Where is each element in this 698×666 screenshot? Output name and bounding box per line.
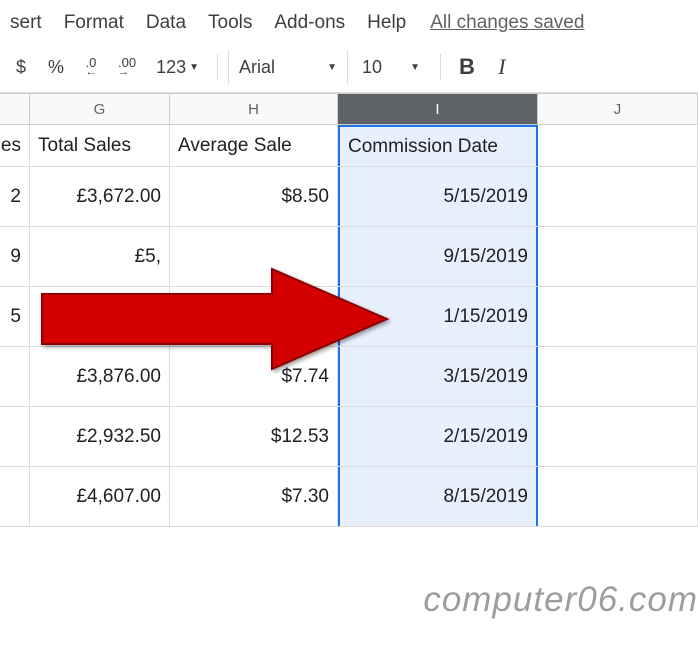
cell[interactable]: £4,607.00 [30,467,170,526]
font-family-select[interactable]: Arial ▼ [228,50,348,84]
column-headers: G H I J [0,93,698,125]
font-size-label: 10 [362,57,382,78]
cell[interactable]: $8.50 [170,167,338,226]
col-header-i-selected[interactable]: I [338,94,538,124]
watermark-text: computer06.com [423,580,698,620]
cell[interactable]: £5, [30,227,170,286]
table-row: £4,607.00 $7.30 8/15/2019 [0,467,698,527]
cell[interactable]: es [0,125,30,166]
currency-button[interactable]: $ [6,50,36,84]
increase-decimal-button[interactable]: .00→ [110,50,144,84]
cell[interactable]: 9 [0,227,30,286]
table-header-row: es Total Sales Average Sale Commission D… [0,125,698,167]
cell[interactable] [0,347,30,406]
table-row: 5 £8,474.50 $10.66 1/15/2019 [0,287,698,347]
cell[interactable]: £2,932.50 [30,407,170,466]
table-row: £3,876.00 $7.74 3/15/2019 [0,347,698,407]
cell[interactable]: £3,672.00 [30,167,170,226]
col-header-h[interactable]: H [170,94,338,124]
cell[interactable]: Average Sale [170,125,338,166]
decrease-decimal-button[interactable]: .0← [76,50,106,84]
col-header-g[interactable]: G [30,94,170,124]
cell[interactable]: $7.30 [170,467,338,526]
cell[interactable] [0,407,30,466]
menu-tools[interactable]: Tools [198,8,262,38]
spreadsheet: G H I J es Total Sales Average Sale Comm… [0,93,698,527]
cell[interactable] [170,227,338,286]
table-row: 9 £5, 9/15/2019 [0,227,698,287]
menu-data[interactable]: Data [136,8,196,38]
table-row: 2 £3,672.00 $8.50 5/15/2019 [0,167,698,227]
toolbar-separator [217,54,218,80]
font-size-select[interactable]: 10 ▼ [352,50,430,84]
cell[interactable]: $10.66 [170,287,338,346]
cell[interactable] [0,467,30,526]
percent-button[interactable]: % [40,50,72,84]
cell[interactable] [538,287,698,346]
cell-selected[interactable]: Commission Date [338,125,538,166]
col-header-f[interactable] [0,94,30,124]
cell[interactable]: 2 [0,167,30,226]
cell-selected[interactable]: 8/15/2019 [338,467,538,526]
cell[interactable] [538,227,698,286]
cell-selected[interactable]: 2/15/2019 [338,407,538,466]
menu-bar: sert Format Data Tools Add-ons Help All … [0,0,698,46]
chevron-down-icon: ▼ [327,62,337,73]
cell[interactable]: £8,474.50 [30,287,170,346]
toolbar-separator [440,54,441,80]
cell[interactable]: Total Sales [30,125,170,166]
cell[interactable] [538,125,698,166]
cell-selected[interactable]: 9/15/2019 [338,227,538,286]
save-status-link[interactable]: All changes saved [430,12,584,34]
cell[interactable] [538,347,698,406]
cell[interactable]: $12.53 [170,407,338,466]
menu-format[interactable]: Format [54,8,134,38]
number-format-button[interactable]: 123▼ [148,50,207,84]
cell[interactable]: $7.74 [170,347,338,406]
chevron-down-icon: ▼ [410,62,420,73]
italic-button[interactable]: I [487,50,517,84]
menu-help[interactable]: Help [357,8,416,38]
menu-insert[interactable]: sert [0,8,52,38]
toolbar: $ % .0← .00→ 123▼ Arial ▼ 10 ▼ B I [0,46,698,93]
cell[interactable] [538,467,698,526]
col-header-j[interactable]: J [538,94,698,124]
cell-selected[interactable]: 1/15/2019 [338,287,538,346]
bold-button[interactable]: B [451,50,483,84]
cell[interactable]: £3,876.00 [30,347,170,406]
cell-selected[interactable]: 5/15/2019 [338,167,538,226]
cell-selected[interactable]: 3/15/2019 [338,347,538,406]
font-family-label: Arial [239,57,275,78]
cell[interactable] [538,407,698,466]
menu-addons[interactable]: Add-ons [264,8,355,38]
cell[interactable] [538,167,698,226]
table-row: £2,932.50 $12.53 2/15/2019 [0,407,698,467]
cell[interactable]: 5 [0,287,30,346]
